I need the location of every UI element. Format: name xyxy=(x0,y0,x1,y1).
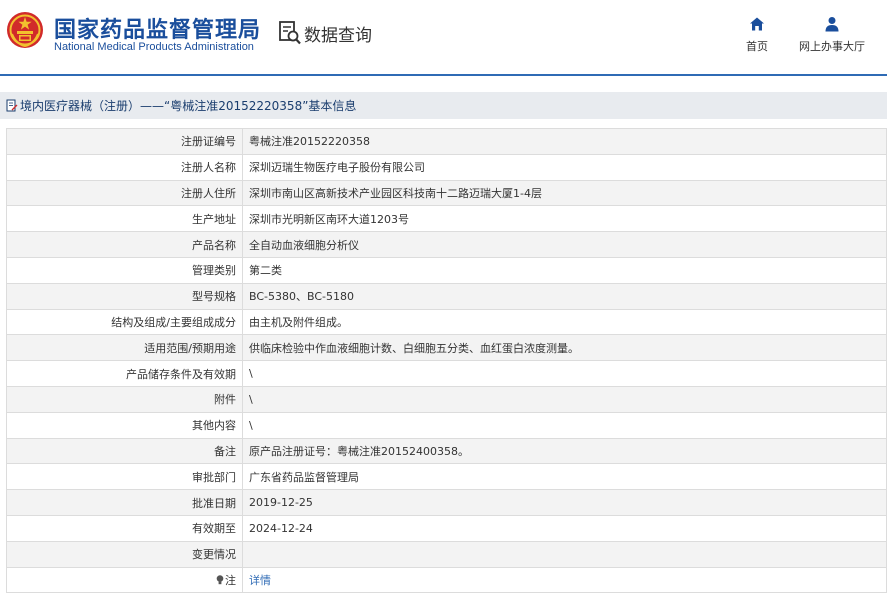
field-value: 深圳市南山区高新技术产业园区科技南十二路迈瑞大厦1-4层 xyxy=(242,179,887,207)
document-edit-icon xyxy=(6,99,18,112)
header-divider xyxy=(0,74,887,76)
table-row: 批准日期 2019-12-25 xyxy=(6,489,887,516)
field-label: 变更情况 xyxy=(6,540,243,568)
user-icon xyxy=(825,17,839,32)
table-row: 其他内容 \ xyxy=(6,411,887,439)
breadcrumb: 境内医疗器械（注册）——“粤械注准20152220358”基本信息 xyxy=(0,92,887,119)
table-row: 变更情况 xyxy=(6,540,887,568)
field-label: 注册证编号 xyxy=(6,128,243,155)
field-label: 注册人住所 xyxy=(6,179,243,207)
basic-info-table: 注册证编号 粤械注准20152220358 注册人名称 深圳迈瑞生物医疗电子股份有限公… xyxy=(6,128,887,594)
table-row: 适用范围/预期用途 供临床检验中作血液细胞计数、白细胞五分类、血红蛋白浓度测量。 xyxy=(6,334,887,362)
note-label: 注 xyxy=(225,573,236,587)
nav-online-service-hall[interactable]: 网上办事大厅 xyxy=(795,16,869,54)
table-row: 生产地址 深圳市光明新区南环大道1203号 xyxy=(6,205,887,233)
data-query-title: 数据查询 xyxy=(278,20,372,46)
nav-home[interactable]: 首页 xyxy=(737,16,777,54)
table-row: 附件 \ xyxy=(6,385,887,413)
field-value: 原产品注册证号：粤械注准20152400358。 xyxy=(242,437,887,465)
note-value-cell: 详情 xyxy=(242,566,887,594)
field-value: \ xyxy=(242,411,887,439)
field-label: 审批部门 xyxy=(6,463,243,491)
table-row: 结构及组成/主要组成成分 由主机及附件组成。 xyxy=(6,308,887,336)
table-row: 型号规格 BC-5380、BC-5180 xyxy=(6,282,887,310)
data-query-label: 数据查询 xyxy=(304,25,372,46)
note-label-cell: 注 xyxy=(6,566,243,594)
agency-name-en: National Medical Products Administration xyxy=(54,41,254,53)
breadcrumb-text: 境内医疗器械（注册）——“粤械注准20152220358”基本信息 xyxy=(20,99,357,113)
table-row: 审批部门 广东省药品监督管理局 xyxy=(6,463,887,491)
field-label: 注册人名称 xyxy=(6,153,243,181)
field-label: 产品储存条件及有效期 xyxy=(6,360,243,387)
table-row-note: 注详情 xyxy=(6,566,887,594)
field-value: \ xyxy=(242,385,887,413)
field-value: BC-5380、BC-5180 xyxy=(242,282,887,310)
field-label: 结构及组成/主要组成成分 xyxy=(6,308,243,336)
field-label: 管理类别 xyxy=(6,256,243,284)
field-label: 备注 xyxy=(6,437,243,465)
field-label: 生产地址 xyxy=(6,205,243,233)
field-value: 由主机及附件组成。 xyxy=(242,308,887,336)
table-row: 有效期至 2024-12-24 xyxy=(6,514,887,542)
field-value: 第二类 xyxy=(242,256,887,284)
field-value: 2024-12-24 xyxy=(242,514,887,542)
nav-online-service-hall-label: 网上办事大厅 xyxy=(799,40,865,53)
field-label: 型号规格 xyxy=(6,282,243,310)
field-value: 深圳迈瑞生物医疗电子股份有限公司 xyxy=(242,153,887,181)
table-row: 注册人住所 深圳市南山区高新技术产业园区科技南十二路迈瑞大厦1-4层 xyxy=(6,179,887,207)
field-value xyxy=(242,540,887,568)
field-value: 深圳市光明新区南环大道1203号 xyxy=(242,205,887,233)
field-label: 批准日期 xyxy=(6,489,243,516)
field-value: 2019-12-25 xyxy=(242,489,887,516)
nav-home-label: 首页 xyxy=(746,40,768,53)
field-label: 有效期至 xyxy=(6,514,243,542)
table-row: 管理类别 第二类 xyxy=(6,256,887,284)
home-icon xyxy=(750,17,764,31)
site-header: 国家药品监督管理局 National Medical Products Admi… xyxy=(0,0,887,76)
field-value: 粤械注准20152220358 xyxy=(242,128,887,155)
field-label: 其他内容 xyxy=(6,411,243,439)
document-search-icon xyxy=(279,21,301,45)
field-label: 产品名称 xyxy=(6,231,243,258)
field-value: 供临床检验中作血液细胞计数、白细胞五分类、血红蛋白浓度测量。 xyxy=(242,334,887,362)
details-link[interactable]: 详情 xyxy=(249,574,271,587)
table-row: 注册证编号 粤械注准20152220358 xyxy=(6,128,887,155)
table-row: 产品名称 全自动血液细胞分析仪 xyxy=(6,231,887,258)
national-emblem-icon xyxy=(7,12,43,48)
field-value: 全自动血液细胞分析仪 xyxy=(242,231,887,258)
table-row: 备注 原产品注册证号：粤械注准20152400358。 xyxy=(6,437,887,465)
field-value: 广东省药品监督管理局 xyxy=(242,463,887,491)
table-row: 注册人名称 深圳迈瑞生物医疗电子股份有限公司 xyxy=(6,153,887,181)
field-value: \ xyxy=(242,360,887,387)
lightbulb-icon xyxy=(216,575,224,585)
field-label: 附件 xyxy=(6,385,243,413)
field-label: 适用范围/预期用途 xyxy=(6,334,243,362)
agency-name-cn: 国家药品监督管理局 xyxy=(54,18,262,43)
table-row: 产品储存条件及有效期 \ xyxy=(6,360,887,387)
